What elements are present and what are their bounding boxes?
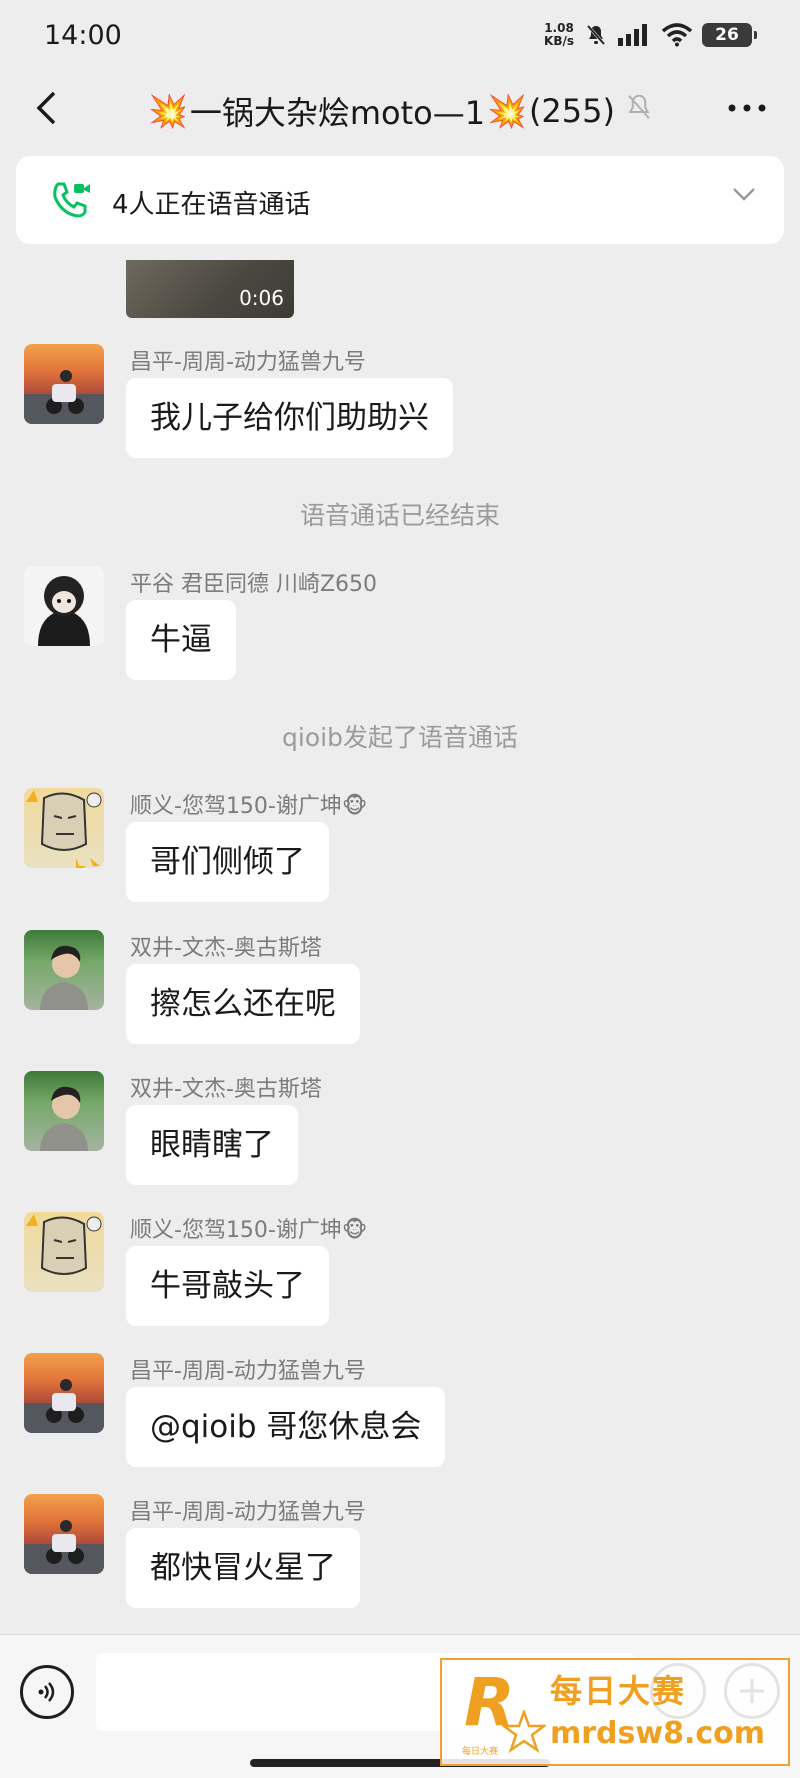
sender-name: 双井-文杰-奥古斯塔 bbox=[130, 936, 322, 961]
message-bubble[interactable]: 擦怎么还在呢 bbox=[126, 964, 360, 1044]
portrait-image bbox=[40, 945, 88, 1010]
status-icons: 1.08 KB/s 26 bbox=[544, 21, 757, 48]
sender-name: 平谷 君臣同德 川崎Z650 bbox=[130, 572, 378, 597]
watermark-small-text: 每日大赛 bbox=[462, 1747, 499, 1757]
chevron-down-icon bbox=[733, 188, 755, 201]
message-bubble[interactable]: 眼睛瞎了 bbox=[126, 1105, 298, 1185]
sender-name: 昌平-周周-动力猛兽九号 bbox=[130, 350, 366, 375]
cartoon-image bbox=[26, 790, 102, 868]
chat-header: 💥 一锅大杂烩moto—1 💥 (255) bbox=[0, 76, 800, 144]
sender-name: 顺义-您驾150-谢广坤🐵 bbox=[130, 794, 368, 819]
sender-name: 昌平-周周-动力猛兽九号 bbox=[130, 1359, 366, 1384]
system-message: 语音通话已经结束 bbox=[299, 501, 500, 530]
moto-rider-avatar[interactable] bbox=[24, 1494, 104, 1574]
watermark-url: mrdsw8.com bbox=[550, 1716, 766, 1751]
star-icon bbox=[502, 1710, 546, 1754]
explosion-emoji-icon: 💥 bbox=[487, 92, 527, 130]
boy-avatar[interactable] bbox=[24, 930, 104, 1010]
moto-rider-avatar[interactable] bbox=[24, 344, 104, 424]
message-bubble[interactable]: @qioib 哥您休息会 bbox=[126, 1387, 446, 1467]
motorcycle-image bbox=[24, 370, 104, 424]
message-bubble[interactable]: 都快冒火星了 bbox=[126, 1528, 360, 1608]
voice-wave-icon bbox=[38, 1682, 55, 1702]
cartoon-image bbox=[26, 1214, 102, 1275]
more-options-button[interactable] bbox=[722, 90, 772, 126]
moto-rider-avatar[interactable] bbox=[24, 1353, 104, 1433]
dark-figure-avatar[interactable] bbox=[24, 566, 104, 646]
voice-call-status: 4人正在语音通话 bbox=[112, 190, 311, 220]
portrait-image bbox=[40, 1086, 88, 1151]
message-bubble[interactable]: 哥们侧倾了 bbox=[126, 822, 329, 902]
voice-call-icon bbox=[53, 182, 90, 218]
sender-name: 双井-文杰-奥古斯塔 bbox=[130, 1077, 322, 1102]
boy-avatar[interactable] bbox=[24, 1071, 104, 1151]
motorcycle-image bbox=[24, 1379, 104, 1433]
motorcycle-image bbox=[24, 1520, 104, 1574]
back-arrow-icon bbox=[36, 91, 56, 125]
network-speed: 1.08 KB/s bbox=[544, 21, 574, 48]
cartoon-avatar[interactable] bbox=[24, 788, 104, 868]
signal-icon bbox=[618, 24, 647, 46]
voice-input-button[interactable] bbox=[20, 1665, 74, 1719]
group-name: 一锅大杂烩moto—1 bbox=[189, 94, 486, 132]
video-duration: 0:06 bbox=[239, 286, 284, 310]
video-message-thumbnail[interactable]: 0:06 bbox=[126, 260, 294, 318]
status-bar: 14:00 1.08 KB/s 26 bbox=[0, 0, 800, 76]
explosion-emoji-icon: 💥 bbox=[148, 92, 188, 130]
more-dots-icon bbox=[728, 104, 766, 112]
member-count: (255) bbox=[528, 92, 615, 130]
cartoon-avatar[interactable] bbox=[24, 1212, 104, 1292]
battery-indicator: 26 bbox=[702, 23, 757, 47]
wifi-icon bbox=[662, 23, 692, 47]
chat-title: 💥 一锅大杂烩moto—1 💥 (255) bbox=[148, 88, 615, 134]
watermark: R 每日大赛 每日大赛 mrdsw8.com bbox=[440, 1658, 790, 1766]
system-message: qioib发起了语音通话 bbox=[282, 723, 518, 752]
figure-image bbox=[38, 576, 90, 646]
sender-name: 顺义-您驾150-谢广坤🐵 bbox=[130, 1218, 368, 1243]
message-bubble[interactable]: 牛哥敲头了 bbox=[126, 1246, 329, 1326]
sender-name: 昌平-周周-动力猛兽九号 bbox=[130, 1500, 366, 1525]
ongoing-voice-call-banner[interactable]: 4人正在语音通话 bbox=[16, 156, 784, 244]
muted-bell-icon bbox=[628, 94, 650, 119]
mute-bell-icon bbox=[586, 25, 606, 45]
status-time: 14:00 bbox=[44, 20, 122, 51]
message-bubble[interactable]: 牛逼 bbox=[126, 600, 236, 680]
message-bubble[interactable]: 我儿子给你们助助兴 bbox=[126, 378, 453, 458]
back-button[interactable] bbox=[24, 86, 68, 130]
watermark-brand: 每日大赛 bbox=[550, 1672, 687, 1710]
